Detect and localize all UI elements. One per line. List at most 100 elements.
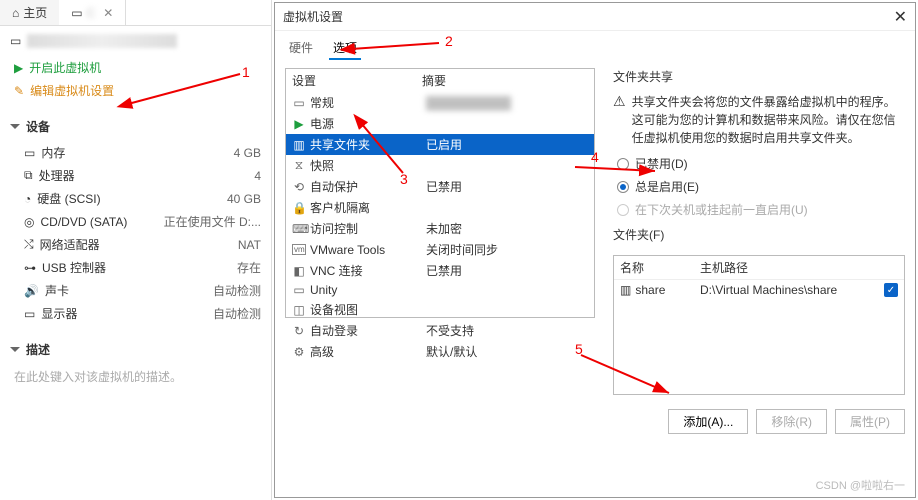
device-network[interactable]: ⤭网络适配器NAT	[0, 233, 271, 256]
row-power[interactable]: ▶电源	[286, 113, 594, 134]
device-usb[interactable]: ⊶USB 控制器存在	[0, 256, 271, 279]
memory-icon: ▭	[24, 146, 35, 160]
tab-options[interactable]: 选项	[329, 37, 361, 60]
folder-icon: ▥	[620, 283, 631, 297]
annotation-2: 2	[445, 33, 453, 49]
row-shared-folders[interactable]: ▥共享文件夹已启用	[286, 134, 594, 155]
device-memory[interactable]: ▭内存4 GB	[0, 141, 271, 164]
general-icon: ▭	[292, 96, 306, 110]
radio-disabled[interactable]: 已禁用(D)	[617, 155, 905, 172]
power-icon: ▶	[292, 117, 306, 131]
close-button[interactable]: ✕	[894, 7, 907, 27]
caret-down-icon	[10, 347, 20, 352]
gear-icon: ⚙	[292, 345, 306, 359]
display-icon: ▭	[24, 307, 35, 321]
autologin-icon: ↻	[292, 324, 306, 338]
home-tab-label: 主页	[23, 4, 47, 21]
remove-folder-button[interactable]: 移除(R)	[756, 409, 827, 434]
sound-icon: 🔊	[24, 284, 39, 298]
home-tab[interactable]: ⌂ 主页	[0, 0, 59, 25]
folders-header: 名称 主机路径	[614, 256, 904, 280]
device-display[interactable]: ▭显示器自动检测	[0, 302, 271, 325]
device-sound[interactable]: 🔊声卡自动检测	[0, 279, 271, 302]
add-folder-button[interactable]: 添加(A)...	[668, 409, 748, 434]
description-header-label: 描述	[26, 341, 50, 358]
share-warning: ⚠ 共享文件夹会将您的文件暴露给虚拟机中的程序。这可能为您的计算机和数据带来风险…	[613, 93, 905, 147]
annotation-4: 4	[591, 149, 599, 165]
vm-tab-icon: ▭	[71, 6, 82, 20]
edit-icon: ✎	[14, 84, 24, 98]
devices-header-label: 设备	[26, 118, 50, 135]
devices-list: ▭内存4 GB ⧉处理器4 ◔硬盘 (SCSI)40 GB ◎CD/DVD (S…	[0, 141, 271, 325]
row-unity[interactable]: ▭Unity	[286, 281, 594, 299]
unity-icon: ▭	[292, 283, 306, 297]
watermark: CSDN @啦啦右一	[816, 477, 905, 493]
folder-item[interactable]: ▥ share D:\Virtual Machines\share ✓	[614, 280, 904, 300]
folders-label: 文件夹(F)	[613, 226, 905, 243]
close-icon[interactable]: ✕	[103, 6, 113, 20]
device-disk[interactable]: ◔硬盘 (SCSI)40 GB	[0, 187, 271, 210]
cpu-icon: ⧉	[24, 168, 33, 183]
access-icon: ⌨	[292, 222, 306, 236]
row-snapshot[interactable]: ⧖快照	[286, 155, 594, 176]
share-section-title: 文件夹共享	[613, 68, 905, 85]
annotation-1: 1	[242, 64, 250, 80]
row-vnc[interactable]: ◧VNC 连接已禁用	[286, 260, 594, 281]
row-device-view[interactable]: ◫设备视图	[286, 299, 594, 320]
devices-header[interactable]: 设备	[0, 112, 271, 141]
disk-icon: ◔	[24, 192, 31, 206]
edit-vm-label: 编辑虚拟机设置	[30, 82, 114, 99]
vm-tab-label: C	[87, 6, 96, 20]
network-icon: ⤭	[24, 237, 34, 252]
radio-always[interactable]: 总是启用(E)	[617, 178, 905, 195]
folder-props-button[interactable]: 属性(P)	[835, 409, 905, 434]
start-vm-link[interactable]: ▶ 开启此虚拟机	[0, 56, 271, 79]
folder-buttons: 添加(A)... 移除(R) 属性(P)	[613, 409, 905, 434]
folder-path: D:\Virtual Machines\share	[700, 283, 880, 297]
caret-down-icon	[10, 124, 20, 129]
tab-hardware[interactable]: 硬件	[285, 37, 317, 60]
row-access-control[interactable]: ⌨访问控制未加密	[286, 218, 594, 239]
device-cpu[interactable]: ⧉处理器4	[0, 164, 271, 187]
settings-header-row: 设置 摘要	[286, 69, 594, 92]
left-panel: ⌂ 主页 ▭ C ✕ ▭ ▶ 开启此虚拟机 ✎ 编辑虚拟机设置 设备 ▭内存4 …	[0, 0, 272, 500]
row-advanced[interactable]: ⚙高级默认/默认	[286, 341, 594, 362]
folder-name: share	[635, 283, 665, 297]
home-icon: ⌂	[12, 6, 19, 20]
row-autologin[interactable]: ↻自动登录不受支持	[286, 320, 594, 341]
description-header[interactable]: 描述	[0, 335, 271, 364]
vm-icon: ▭	[10, 34, 21, 48]
check-icon: ✓	[884, 283, 898, 297]
row-guest-isolation[interactable]: 🔒客户机隔离	[286, 197, 594, 218]
dialog-header: 虚拟机设置 ✕	[275, 3, 915, 31]
tabs-row: ⌂ 主页 ▭ C ✕	[0, 0, 271, 26]
radio-icon	[617, 181, 629, 193]
col-summary: 摘要	[422, 72, 446, 89]
col-folder-path: 主机路径	[700, 259, 748, 276]
cdrom-icon: ◎	[24, 215, 34, 229]
dialog-title: 虚拟机设置	[283, 8, 343, 25]
vm-tab[interactable]: ▭ C ✕	[59, 0, 126, 25]
start-vm-label: 开启此虚拟机	[29, 59, 101, 76]
folders-list: 名称 主机路径 ▥ share D:\Virtual Machines\share…	[613, 255, 905, 395]
vnc-icon: ◧	[292, 264, 306, 278]
settings-list: 设置 摘要 ▭常规██████████ ▶电源 ▥共享文件夹已启用 ⧖快照 ⟲自…	[285, 68, 595, 318]
vm-settings-dialog: 虚拟机设置 ✕ 硬件 选项 2 设置 摘要 ▭常规██████████ ▶电源 …	[274, 2, 916, 498]
description-placeholder[interactable]: 在此处键入对该虚拟机的描述。	[0, 364, 271, 385]
row-general[interactable]: ▭常规██████████	[286, 92, 594, 113]
play-icon: ▶	[14, 61, 23, 75]
edit-vm-settings-link[interactable]: ✎ 编辑虚拟机设置	[0, 79, 271, 102]
vm-title-blur	[27, 34, 177, 48]
folder-icon: ▥	[292, 138, 306, 152]
radio-icon	[617, 204, 629, 216]
device-cdrom[interactable]: ◎CD/DVD (SATA)正在使用文件 D:...	[0, 210, 271, 233]
deviceview-icon: ◫	[292, 303, 306, 317]
row-vmware-tools[interactable]: vmVMware Tools关闭时间同步	[286, 239, 594, 260]
col-setting: 设置	[292, 72, 422, 89]
snapshot-icon: ⧖	[292, 158, 306, 173]
radio-until-off[interactable]: 在下次关机或挂起前一直启用(U)	[617, 201, 905, 218]
share-warning-text: 共享文件夹会将您的文件暴露给虚拟机中的程序。这可能为您的计算机和数据带来风险。请…	[632, 93, 905, 147]
shared-folders-panel: 文件夹共享 ⚠ 共享文件夹会将您的文件暴露给虚拟机中的程序。这可能为您的计算机和…	[613, 68, 905, 434]
row-autoprotect[interactable]: ⟲自动保护已禁用	[286, 176, 594, 197]
annotation-3: 3	[400, 171, 408, 187]
